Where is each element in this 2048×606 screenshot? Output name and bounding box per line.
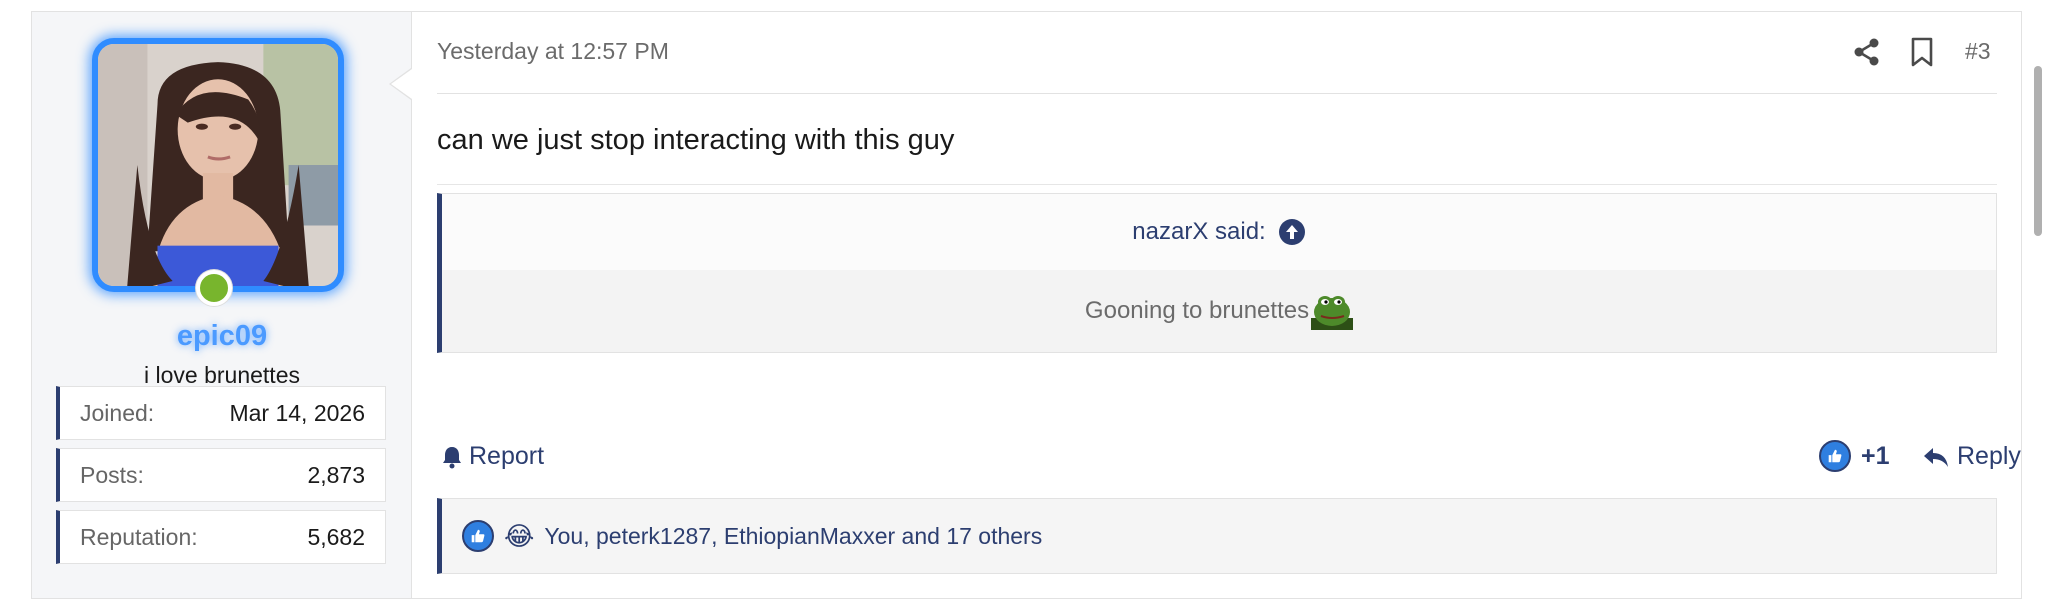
stat-value: Mar 14, 2026 (229, 399, 365, 426)
message-body: can we just stop interacting with this g… (437, 124, 955, 156)
thumbs-up-icon (462, 520, 494, 552)
arrow-up-circle-icon[interactable] (1278, 218, 1306, 246)
message-cell: Yesterday at 12:57 PM #3 can we just sto… (437, 12, 2021, 598)
stat-label: Joined: (80, 399, 155, 426)
scrollbar-thumb[interactable] (2034, 66, 2042, 236)
avatar-image[interactable] (92, 38, 344, 292)
thumbs-up-icon (1819, 440, 1851, 472)
quote-header[interactable]: nazarX said: (442, 194, 1996, 270)
forum-post: epic09 i love brunettes Joined: Mar 14, … (31, 11, 2022, 599)
divider (437, 184, 1997, 185)
bell-icon (441, 445, 463, 469)
user-title: i love brunettes (144, 362, 300, 388)
username-link[interactable]: epic09 (32, 320, 412, 353)
quote-block: nazarX said: Gooning to brunettes (437, 193, 1997, 353)
quote-content: Gooning to brunettes (442, 270, 1996, 352)
stat-joined: Joined: Mar 14, 2026 (56, 386, 386, 440)
stat-value: 5,682 (307, 523, 365, 550)
post-number-link[interactable]: #3 (1965, 38, 1991, 65)
reply-label: Reply (1957, 442, 2021, 470)
stat-value: 2,873 (307, 461, 365, 488)
online-status-indicator (196, 270, 232, 306)
user-cell: epic09 i love brunettes Joined: Mar 14, … (32, 12, 412, 598)
reply-arrow-icon (1923, 446, 1949, 468)
report-label: Report (469, 442, 545, 470)
reaction-count: +1 (1861, 441, 1890, 470)
share-icon[interactable] (1852, 37, 1882, 67)
message-actions: Report +1 Reply (437, 432, 2021, 482)
report-button[interactable]: Report (441, 442, 544, 471)
reactions-summary[interactable]: 😂 You, peterk1287, EthiopianMaxxer and 1… (437, 498, 1997, 574)
react-button[interactable]: +1 (1819, 440, 1890, 472)
bookmark-icon[interactable] (1909, 36, 1935, 68)
stat-label: Reputation: (80, 523, 198, 550)
pepe-emoji-icon (1311, 292, 1354, 330)
message-pointer-arrow (389, 68, 412, 100)
laughing-tears-emoji-icon: 😂 (504, 520, 535, 551)
reactions-list[interactable]: You, peterk1287, EthiopianMaxxer and 17 … (544, 523, 1042, 550)
avatar[interactable] (92, 38, 344, 292)
quote-author[interactable]: nazarX said: (1132, 218, 1265, 246)
stat-posts: Posts: 2,873 (56, 448, 386, 502)
reply-button[interactable]: Reply (1923, 442, 2021, 471)
quote-text: Gooning to brunettes (1084, 297, 1310, 324)
post-timestamp[interactable]: Yesterday at 12:57 PM (437, 38, 669, 65)
message-attribution: Yesterday at 12:57 PM #3 (437, 12, 1997, 94)
stat-label: Posts: (80, 461, 144, 488)
stat-reputation: Reputation: 5,682 (56, 510, 386, 564)
